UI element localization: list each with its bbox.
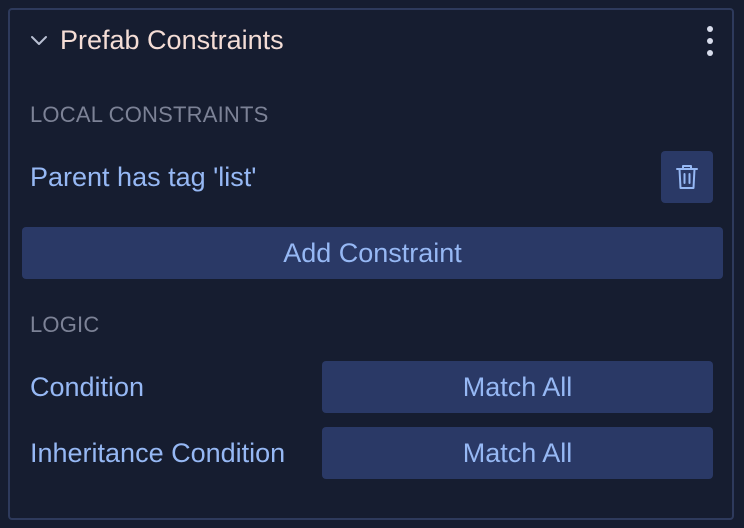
kebab-menu-icon[interactable] [702,26,718,56]
condition-label: Condition [30,372,145,402]
logic-heading: LOGIC [30,312,100,337]
constraint-item-label: Parent has tag 'list' [30,162,257,192]
delete-constraint-button[interactable] [661,151,713,203]
condition-select[interactable]: Match All [322,361,713,413]
add-constraint-button[interactable]: Add Constraint [22,227,723,279]
prefab-constraints-panel: Prefab Constraints LOCAL CONSTRAINTS Par… [8,8,734,520]
panel-title: Prefab Constraints [60,25,284,55]
local-constraints-heading: LOCAL CONSTRAINTS [30,102,269,127]
inheritance-condition-label: Inheritance Condition [30,438,286,468]
chevron-down-icon[interactable] [30,32,48,50]
trash-icon [676,165,698,189]
panel-header[interactable]: Prefab Constraints [10,10,732,70]
inheritance-condition-select[interactable]: Match All [322,427,713,479]
